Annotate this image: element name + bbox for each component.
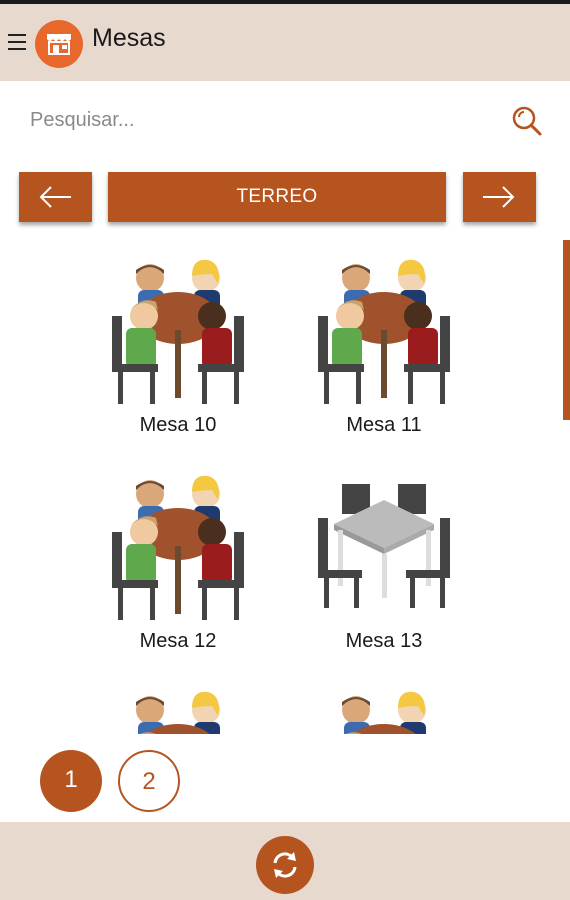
- page-title: Mesas: [92, 24, 166, 52]
- arrow-left-icon: [39, 186, 71, 208]
- occupied-table-icon: [318, 691, 450, 734]
- table-card-partial[interactable]: [78, 676, 278, 734]
- table-label: Mesa 12: [139, 630, 217, 652]
- tables-grid: Mesa 10 Mesa 11 Mesa 12 Mesa 13: [0, 244, 560, 734]
- current-floor-label[interactable]: TERREO: [108, 172, 446, 222]
- occupied-table-icon: [112, 259, 244, 404]
- table-card-mesa-13[interactable]: Mesa 13: [284, 460, 484, 660]
- table-label: Mesa 10: [139, 414, 217, 436]
- page-button-2[interactable]: 2: [118, 750, 180, 812]
- search-bar: [0, 92, 570, 150]
- refresh-button[interactable]: [256, 836, 314, 894]
- table-card-partial[interactable]: [284, 676, 484, 734]
- pagination: 1 2: [0, 734, 570, 824]
- occupied-table-icon: [318, 259, 450, 404]
- next-floor-button[interactable]: [463, 172, 536, 222]
- table-label: Mesa 13: [345, 630, 423, 652]
- refresh-icon: [273, 852, 297, 878]
- search-input[interactable]: [30, 100, 500, 140]
- page-button-1[interactable]: 1: [40, 750, 102, 812]
- occupied-table-icon: [112, 691, 244, 734]
- table-card-mesa-10[interactable]: Mesa 10: [78, 244, 278, 444]
- table-card-mesa-12[interactable]: Mesa 12: [78, 460, 278, 660]
- app-bar: Mesas: [0, 4, 570, 81]
- occupied-table-icon: [112, 475, 244, 620]
- free-table-icon: [318, 484, 450, 608]
- mesas-screen: Mesas TERREO Mesa 10: [0, 4, 570, 900]
- table-label: Mesa 11: [346, 414, 422, 436]
- previous-floor-button[interactable]: [19, 172, 92, 222]
- hamburger-menu-icon[interactable]: [6, 30, 28, 54]
- table-card-mesa-11[interactable]: Mesa 11: [284, 244, 484, 444]
- scrollbar-thumb[interactable]: [563, 240, 570, 420]
- store-icon: [35, 20, 83, 68]
- arrow-right-icon: [483, 186, 515, 208]
- search-icon[interactable]: [510, 104, 544, 138]
- bottom-bar: [0, 822, 570, 900]
